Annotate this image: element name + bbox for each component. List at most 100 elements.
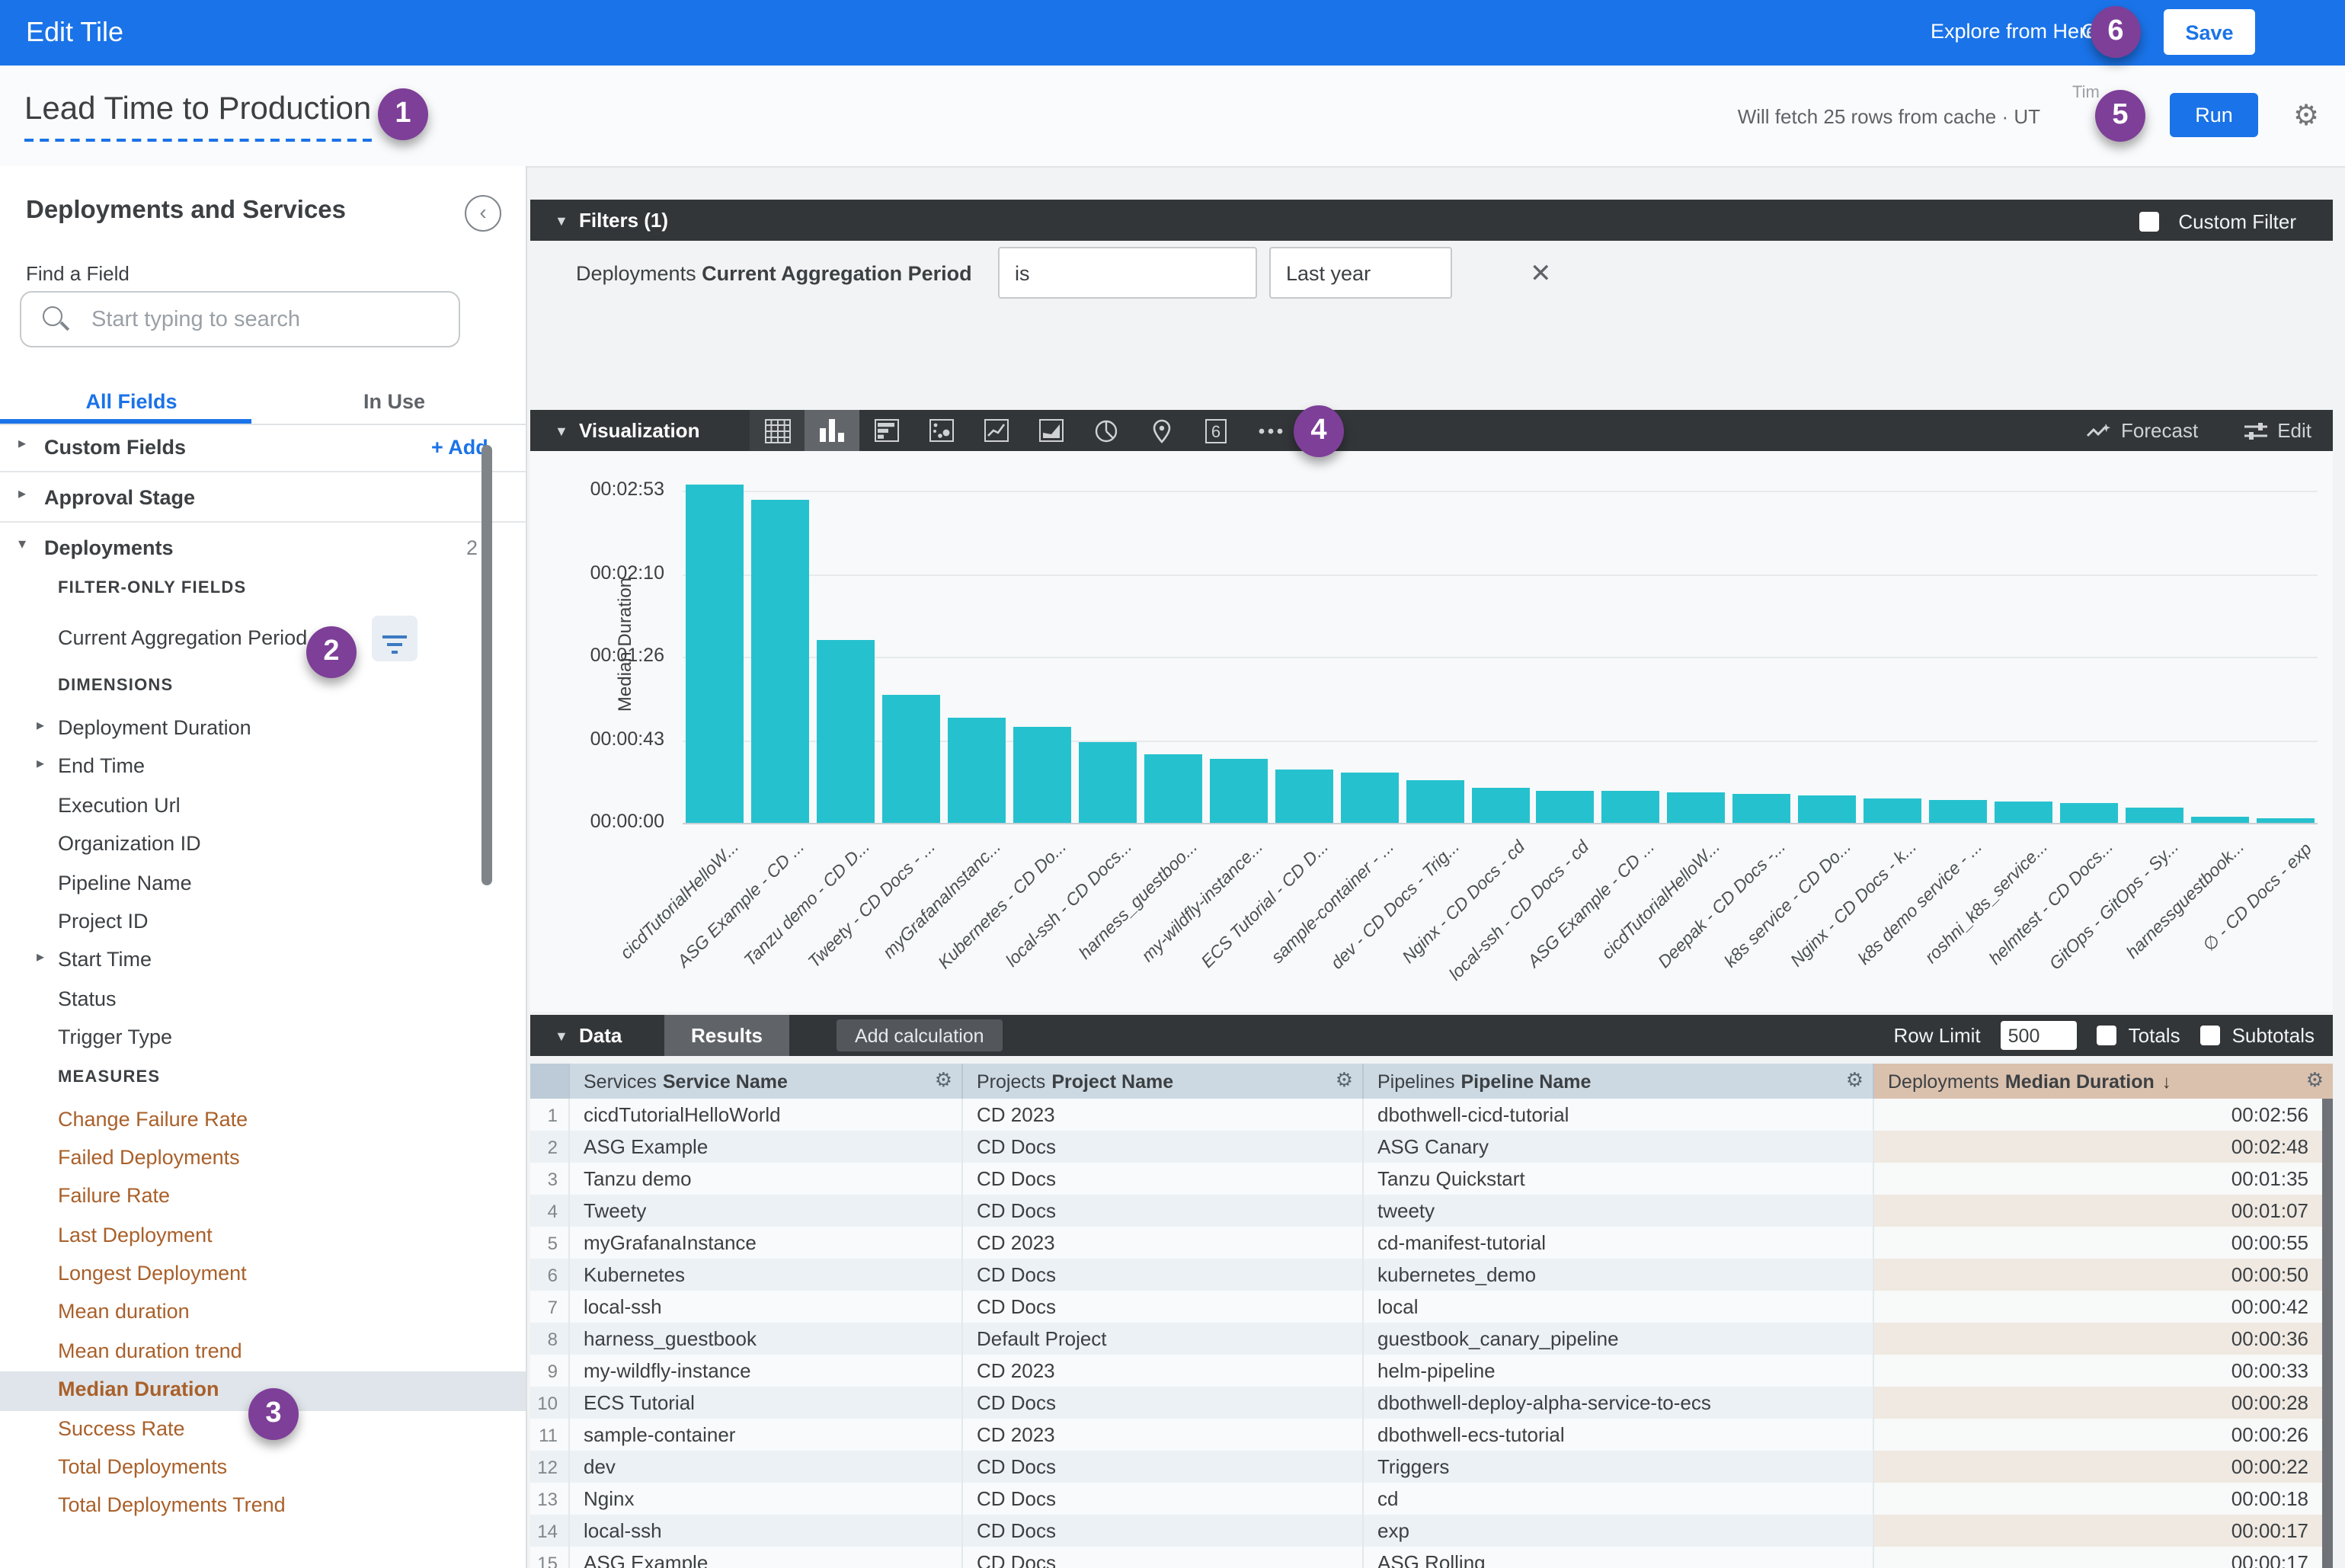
bar[interactable] (686, 485, 744, 823)
table-row[interactable]: 1cicdTutorialHelloWorldCD 2023dbothwell-… (530, 1099, 2333, 1131)
dimension-deployment-duration[interactable]: ▸Deployment Duration (0, 710, 526, 749)
filter-operator-input[interactable] (998, 247, 1257, 299)
bar[interactable] (1471, 789, 1529, 823)
filter-by-field-button[interactable] (372, 616, 417, 661)
dimension-execution-url[interactable]: Execution Url (0, 788, 526, 827)
column-gear-icon[interactable]: ⚙ (1336, 1070, 1353, 1090)
tab-in-use[interactable]: In Use (263, 379, 526, 424)
add-calculation-button[interactable]: Add calculation (837, 1019, 1003, 1051)
bar[interactable] (948, 717, 1006, 823)
column-header-median-duration[interactable]: DeploymentsMedian Duration↓⚙ (1874, 1064, 2333, 1099)
bar[interactable] (1079, 742, 1137, 823)
bar[interactable] (1929, 800, 1987, 823)
explore-from-here-link[interactable]: Explore from Here (1931, 20, 2097, 43)
bar[interactable] (1275, 769, 1332, 823)
timezone-dropdown[interactable]: Tim (2072, 84, 2100, 102)
bar[interactable] (1798, 796, 1856, 823)
scatter-viz-icon[interactable] (914, 410, 969, 451)
table-viz-icon[interactable] (750, 410, 805, 451)
settings-gear-icon[interactable]: ⚙ (2284, 101, 2328, 133)
table-row[interactable]: 10ECS TutorialCD Docsdbothwell-deploy-al… (530, 1387, 2333, 1419)
dimension-status[interactable]: Status (0, 981, 526, 1019)
bar[interactable] (817, 641, 875, 823)
dimension-organization-id[interactable]: Organization ID (0, 826, 526, 865)
bar[interactable] (1602, 790, 1660, 823)
measure-failed-deployments[interactable]: Failed Deployments (0, 1140, 526, 1179)
collapse-caret-icon[interactable]: ▼ (555, 1029, 568, 1044)
bar[interactable] (1210, 760, 1268, 823)
remove-filter-icon[interactable]: ✕ (1521, 258, 1561, 291)
bar[interactable] (2256, 819, 2314, 823)
dimension-end-time[interactable]: ▸End Time (0, 749, 526, 788)
table-row[interactable]: 15ASG ExampleCD DocsASG Rolling00:00:17 (530, 1547, 2333, 1568)
dimension-start-time[interactable]: ▸Start Time (0, 942, 526, 981)
bar[interactable] (1995, 802, 2052, 823)
measure-total-deployments[interactable]: Total Deployments (0, 1449, 526, 1488)
table-row[interactable]: 4TweetyCD Docstweety00:01:07 (530, 1195, 2333, 1227)
bar[interactable] (1144, 754, 1202, 823)
sidebar-group-custom-fields[interactable]: ▸Custom Fields+ Add (0, 425, 526, 469)
table-row[interactable]: 14local-sshCD Docsexp00:00:17 (530, 1515, 2333, 1547)
dimension-trigger-type[interactable]: Trigger Type (0, 1019, 526, 1058)
bar[interactable] (1864, 798, 1921, 823)
subtotals-checkbox[interactable] (2200, 1026, 2220, 1045)
table-row[interactable]: 8harness_guestbookDefault Projectguestbo… (530, 1323, 2333, 1355)
add-custom-field-button[interactable]: + Add (431, 436, 488, 459)
bar[interactable] (2125, 808, 2183, 823)
custom-filter-checkbox[interactable] (2140, 212, 2160, 232)
table-row[interactable]: 12devCD DocsTriggers00:00:22 (530, 1451, 2333, 1483)
column-gear-icon[interactable]: ⚙ (2306, 1070, 2324, 1090)
edit-viz-button[interactable]: Edit (2244, 419, 2311, 442)
bar[interactable] (1732, 794, 1790, 823)
tile-title[interactable]: Lead Time to Production (24, 91, 371, 142)
bar[interactable] (2060, 804, 2118, 823)
bar[interactable] (1668, 792, 1726, 823)
column-viz-icon[interactable] (805, 410, 859, 451)
table-row[interactable]: 6KubernetesCD Docskubernetes_demo00:00:5… (530, 1259, 2333, 1291)
measure-last-deployment[interactable]: Last Deployment (0, 1217, 526, 1256)
measure-failure-rate[interactable]: Failure Rate (0, 1179, 526, 1218)
dimension-project-id[interactable]: Project ID (0, 904, 526, 942)
bar[interactable] (1340, 773, 1398, 823)
bar[interactable] (1406, 781, 1464, 823)
tab-all-fields[interactable]: All Fields (0, 379, 263, 424)
bar-viz-icon[interactable] (859, 410, 914, 451)
column-header-service-name[interactable]: ServicesService Name⚙ (570, 1064, 963, 1099)
row-limit-input[interactable] (2001, 1021, 2077, 1050)
collapse-caret-icon[interactable]: ▼ (555, 424, 568, 439)
single-value-viz-icon[interactable]: 6 (1188, 410, 1243, 451)
save-button[interactable]: Save (2164, 9, 2255, 55)
visualization-panel-header[interactable]: ▼ Visualization 6 Forecast Edit (530, 410, 2333, 451)
line-viz-icon[interactable] (969, 410, 1024, 451)
table-row[interactable]: 9my-wildfly-instanceCD 2023helm-pipeline… (530, 1355, 2333, 1387)
table-row[interactable]: 7local-sshCD Docslocal00:00:42 (530, 1291, 2333, 1323)
more-viz-icon[interactable] (1243, 410, 1298, 451)
table-scrollbar[interactable] (2322, 1099, 2333, 1568)
sidebar-group-deployments[interactable]: ▾Deployments2 (0, 526, 526, 570)
column-header-project-name[interactable]: ProjectsProject Name⚙ (963, 1064, 1364, 1099)
forecast-button[interactable]: Forecast (2086, 419, 2198, 442)
column-header-pipeline-name[interactable]: PipelinesPipeline Name⚙ (1364, 1064, 1874, 1099)
table-row[interactable]: 13NginxCD Docscd00:00:18 (530, 1483, 2333, 1515)
totals-checkbox[interactable] (2097, 1026, 2116, 1045)
map-viz-icon[interactable] (1134, 410, 1188, 451)
bar[interactable] (882, 694, 940, 823)
measure-mean-duration[interactable]: Mean duration (0, 1294, 526, 1333)
measure-change-failure-rate[interactable]: Change Failure Rate (0, 1101, 526, 1140)
table-row[interactable]: 11sample-containerCD 2023dbothwell-ecs-t… (530, 1419, 2333, 1451)
bar[interactable] (2190, 817, 2248, 823)
bar[interactable] (1013, 727, 1071, 823)
sidebar-group-approval-stage[interactable]: ▸Approval Stage (0, 475, 526, 520)
pie-viz-icon[interactable] (1079, 410, 1134, 451)
data-panel-header[interactable]: ▼ Data Results Add calculation Row Limit… (530, 1015, 2333, 1056)
collapse-caret-icon[interactable]: ▼ (555, 213, 568, 229)
measure-mean-duration-trend[interactable]: Mean duration trend (0, 1333, 526, 1372)
table-row[interactable]: 3Tanzu demoCD DocsTanzu Quickstart00:01:… (530, 1163, 2333, 1195)
dimension-pipeline-name[interactable]: Pipeline Name (0, 865, 526, 904)
table-row[interactable]: 5myGrafanaInstanceCD 2023cd-manifest-tut… (530, 1227, 2333, 1259)
bar[interactable] (1537, 790, 1595, 823)
filters-panel-header[interactable]: ▼ Filters (1) Custom Filter (530, 200, 2333, 241)
measure-longest-deployment[interactable]: Longest Deployment (0, 1256, 526, 1294)
field-current-aggregation-period[interactable]: Current Aggregation Period (0, 613, 526, 667)
collapse-sidebar-icon[interactable]: ‹ (465, 195, 501, 232)
